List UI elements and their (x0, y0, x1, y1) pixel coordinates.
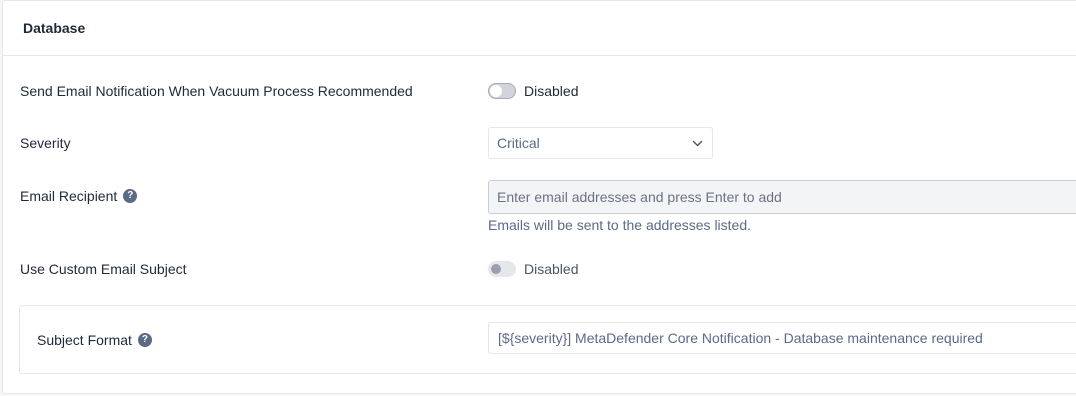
subject-format-input[interactable] (488, 322, 1076, 354)
custom-subject-toggle[interactable] (488, 261, 516, 277)
vacuum-notification-label-text: Send Email Notification When Vacuum Proc… (20, 83, 413, 99)
severity-label-text: Severity (20, 135, 71, 151)
custom-subject-label-text: Use Custom Email Subject (20, 261, 187, 277)
section-title: Database (23, 20, 86, 36)
vacuum-notification-status: Disabled (524, 83, 579, 99)
chevron-down-icon (692, 140, 703, 147)
question-circle-icon[interactable]: ? (123, 189, 138, 203)
subject-format-label-text: Subject Format (37, 332, 132, 348)
email-recipient-label: Email Recipient ? (20, 188, 138, 204)
card-header: Database (3, 1, 1076, 56)
toggle-knob (491, 264, 501, 274)
custom-subject-status: Disabled (524, 261, 579, 277)
custom-subject-toggle-group[interactable]: Disabled (488, 261, 578, 277)
vacuum-notification-toggle-group[interactable]: Disabled (488, 83, 578, 99)
severity-select[interactable]: Critical (488, 127, 713, 159)
email-recipient-label-text: Email Recipient (20, 188, 118, 204)
severity-label: Severity (20, 135, 71, 151)
custom-subject-label: Use Custom Email Subject (20, 261, 187, 277)
toggle-knob (490, 85, 502, 97)
vacuum-notification-toggle[interactable] (488, 83, 516, 99)
subject-format-label: Subject Format ? (37, 332, 152, 348)
question-circle-icon[interactable]: ? (137, 333, 152, 347)
vacuum-notification-label: Send Email Notification When Vacuum Proc… (20, 83, 413, 99)
email-recipient-input[interactable] (488, 180, 1076, 214)
email-recipient-hint: Emails will be sent to the addresses lis… (488, 217, 752, 233)
severity-selected-value: Critical (497, 135, 540, 151)
